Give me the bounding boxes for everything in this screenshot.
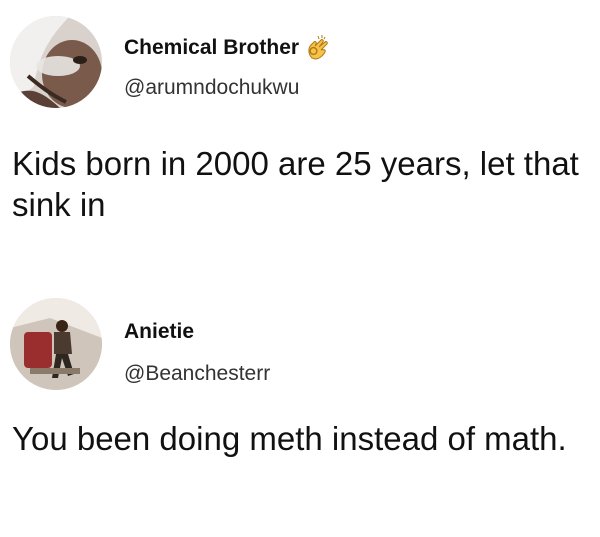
ok-hand-icon [305,34,331,60]
tweet-card[interactable]: Anietie @Beanchesterr You been doing met… [0,290,600,537]
display-name-text: Chemical Brother [124,36,300,59]
avatar[interactable] [10,16,102,108]
user-handle[interactable]: @Beanchesterr [124,362,270,386]
display-name[interactable]: Anietie [124,320,194,344]
user-handle[interactable]: @arumndochukwu [124,76,299,100]
avatar-photo-icon [10,298,102,390]
tweet-text: Kids born in 2000 are 25 years, let that… [12,145,579,223]
tweet-card[interactable]: Chemical Brother @arumndochukwu Kids bor… [0,0,600,255]
display-name[interactable]: Chemical Brother [124,34,331,60]
avatar-photo-icon [10,16,102,108]
tweet-text: You been doing meth instead of math. [12,420,567,457]
avatar[interactable] [10,298,102,390]
